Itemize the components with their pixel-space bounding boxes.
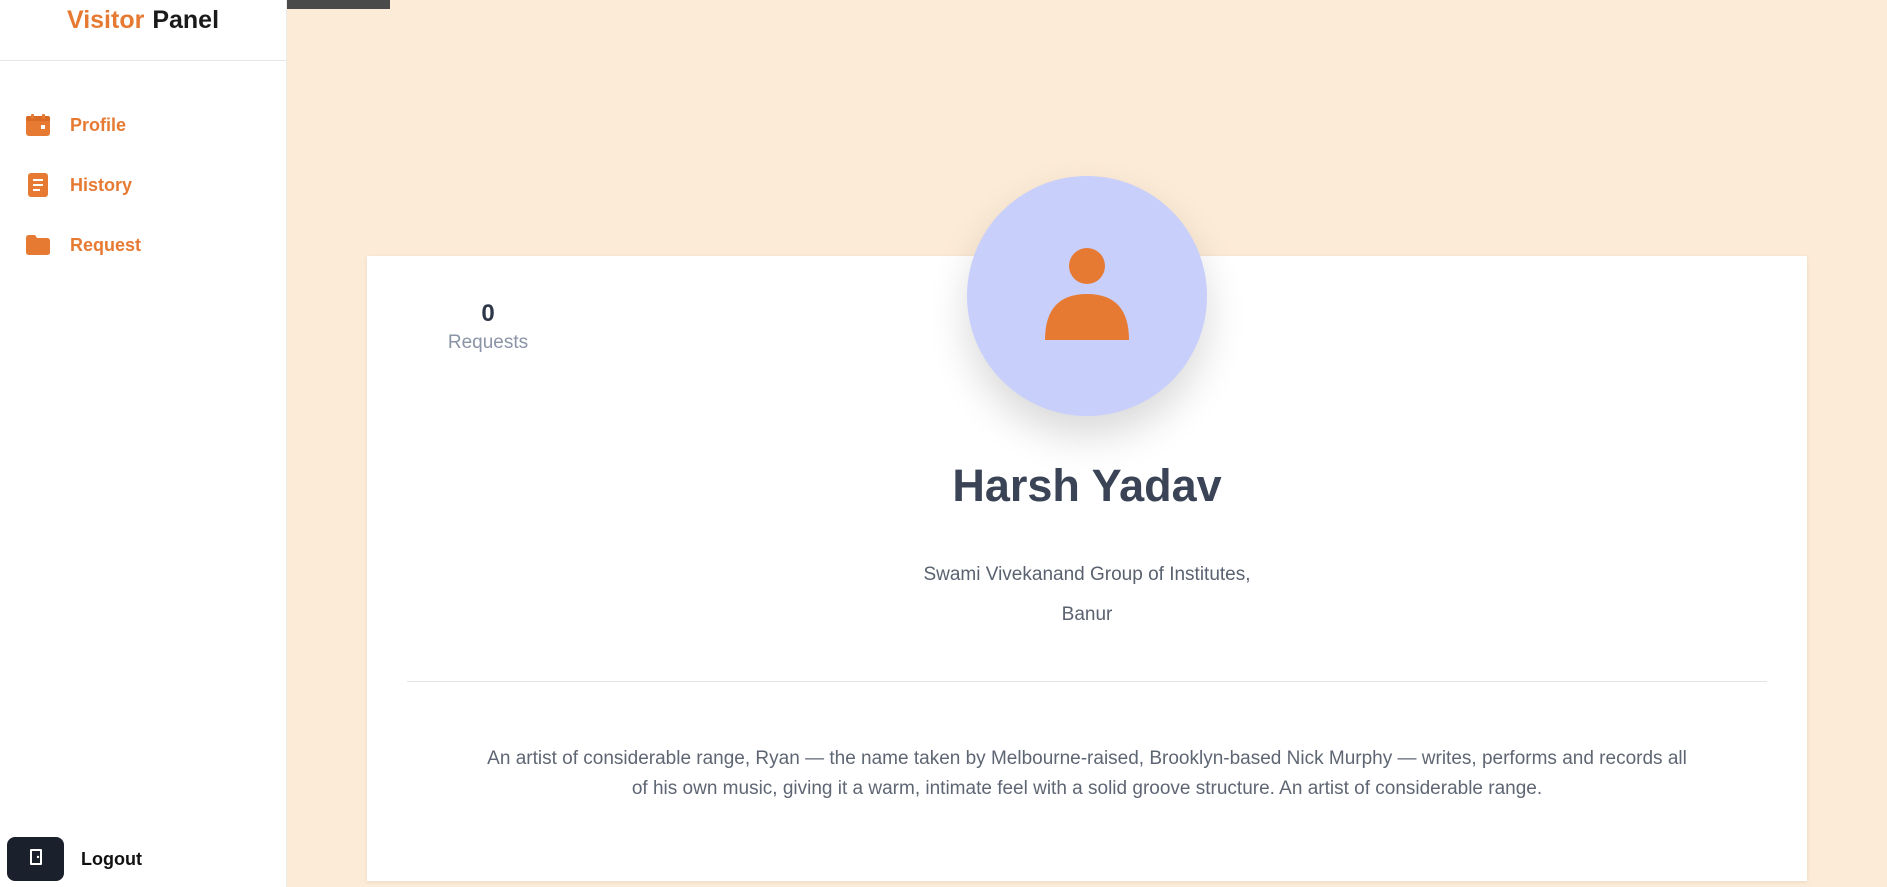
org-line-1: Swami Vivekanand Group of Institutes, <box>923 564 1251 585</box>
profile-bio: An artist of considerable range, Ryan — … <box>487 748 1687 799</box>
door-icon <box>29 848 43 870</box>
folder-icon <box>26 233 50 257</box>
logout-label: Logout <box>81 848 142 869</box>
brand-accent: Visitor <box>66 6 145 34</box>
sidebar-item-request[interactable]: Request <box>0 215 286 275</box>
requests-count: 0 <box>481 300 495 327</box>
avatar <box>967 176 1207 416</box>
sidebar-item-label: Profile <box>70 114 127 135</box>
sidebar-item-profile[interactable]: Profile <box>0 95 286 155</box>
requests-label: Requests <box>447 332 529 353</box>
brand-plain: Panel <box>152 6 220 34</box>
logout-button[interactable]: Logout <box>7 837 142 881</box>
sidebar-item-label: Request <box>70 234 142 255</box>
brand-title: Visitor Panel <box>0 0 286 61</box>
sidebar-item-history[interactable]: History <box>0 155 286 215</box>
logout-icon-button[interactable] <box>7 837 64 881</box>
sidebar: Visitor Panel Profile History Request Lo… <box>0 0 287 887</box>
sidebar-item-label: History <box>70 174 133 195</box>
requests-stat: 0 Requests <box>443 300 533 354</box>
divider <box>407 681 1767 682</box>
calendar-icon <box>26 113 50 137</box>
profile-organization: Swami Vivekanand Group of Institutes, Ba… <box>367 555 1807 635</box>
sidebar-nav: Profile History Request <box>0 95 286 275</box>
org-line-2: Banur <box>1061 604 1113 625</box>
user-icon <box>1045 247 1129 345</box>
profile-name: Harsh Yadav <box>952 460 1222 511</box>
document-icon <box>26 173 50 197</box>
